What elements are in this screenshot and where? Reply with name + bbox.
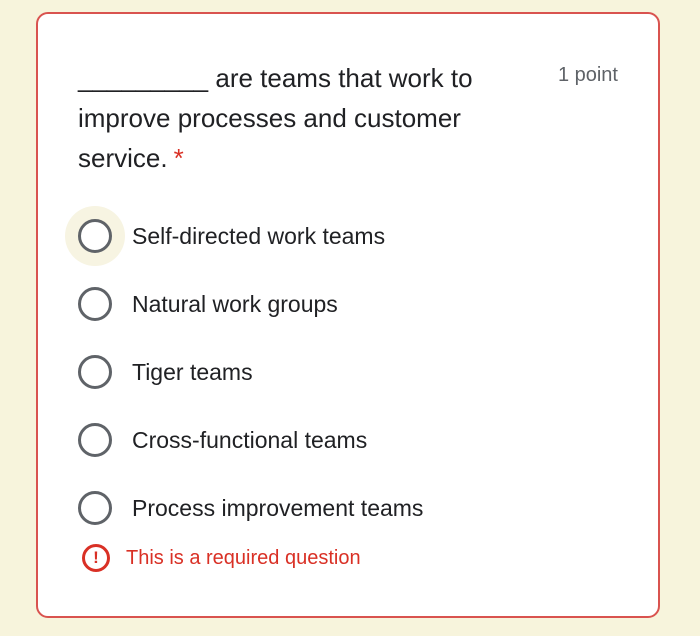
error-message: This is a required question bbox=[126, 546, 361, 569]
option-label: Cross-functional teams bbox=[132, 426, 368, 453]
option-natural-work-groups[interactable]: Natural work groups bbox=[78, 270, 638, 338]
radio-control[interactable] bbox=[78, 491, 112, 525]
radio-control[interactable] bbox=[78, 423, 112, 457]
option-self-directed-work-teams[interactable]: Self-directed work teams bbox=[65, 202, 638, 270]
points-label: 1 point bbox=[557, 64, 618, 86]
option-tiger-teams[interactable]: Tiger teams bbox=[78, 338, 638, 406]
option-cross-functional-teams[interactable]: Cross-functional teams bbox=[78, 406, 638, 474]
exclamation-circle-icon: ! bbox=[82, 544, 110, 572]
required-asterisk: * bbox=[173, 143, 184, 173]
radio-circle-icon[interactable] bbox=[78, 423, 112, 457]
option-label: Process improvement teams bbox=[132, 494, 424, 521]
option-process-improvement-teams[interactable]: Process improvement teams bbox=[78, 474, 638, 542]
radio-control[interactable] bbox=[78, 355, 112, 389]
radio-circle-icon[interactable] bbox=[78, 355, 112, 389]
radio-control[interactable] bbox=[65, 206, 125, 266]
question-text: _________ are teams that work to improve… bbox=[78, 63, 473, 173]
radio-options: Self-directed work teams Natural work gr… bbox=[65, 202, 638, 542]
question-card: _________ are teams that work to improve… bbox=[36, 12, 660, 618]
radio-circle-icon[interactable] bbox=[78, 219, 112, 253]
radio-circle-icon[interactable] bbox=[78, 287, 112, 321]
radio-circle-icon[interactable] bbox=[78, 491, 112, 525]
option-label: Tiger teams bbox=[132, 358, 253, 385]
option-label: Natural work groups bbox=[132, 290, 338, 317]
required-error: ! This is a required question bbox=[82, 544, 361, 572]
option-label: Self-directed work teams bbox=[132, 222, 386, 249]
question-title: _________ are teams that work to improve… bbox=[78, 58, 508, 178]
radio-control[interactable] bbox=[78, 287, 112, 321]
